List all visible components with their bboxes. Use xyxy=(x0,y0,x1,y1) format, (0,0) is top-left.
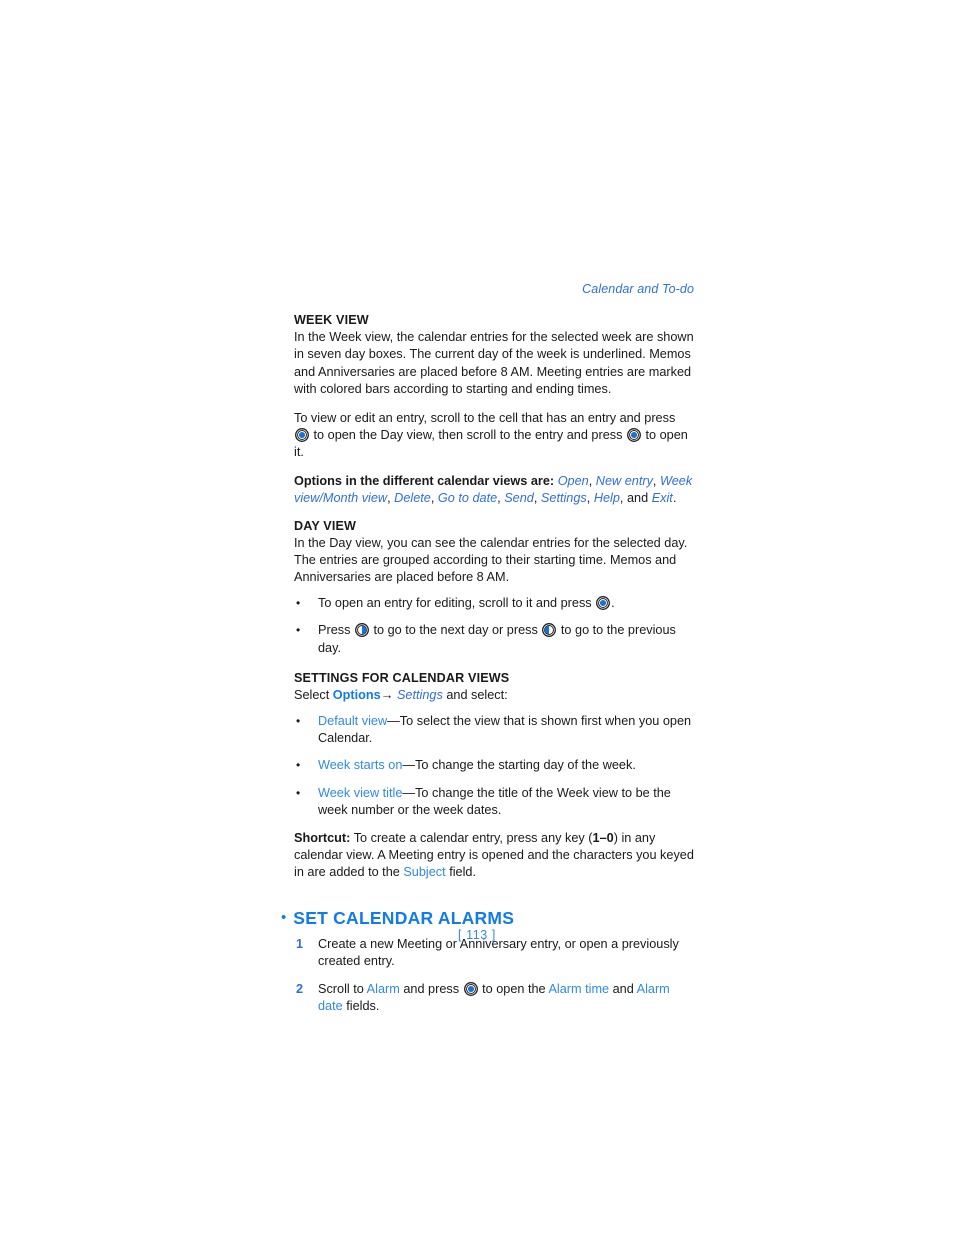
menu-settings-label: Settings xyxy=(396,688,443,703)
scroll-select-key-icon xyxy=(596,595,611,610)
step-number: 2 xyxy=(296,981,304,996)
settings-bullet-list: • Default view—To select the view that is… xyxy=(294,713,694,820)
day-view-bullet-2-text-2: to go to the next day or press xyxy=(373,623,538,638)
list-item: • Week view title—To change the title of … xyxy=(294,785,694,820)
options-period: . xyxy=(672,491,677,506)
step-2-text-5: fields. xyxy=(346,998,380,1013)
sep-1: , xyxy=(588,473,593,488)
week-view-paragraph-2: To view or edit an entry, scroll to the … xyxy=(294,410,694,462)
scroll-left-key-icon xyxy=(542,623,557,638)
setting-description-week-starts-on: —To change the starting day of the week. xyxy=(402,758,636,773)
week-view-paragraph-1: In the Week view, the calendar entries f… xyxy=(294,330,694,397)
scroll-select-key-icon xyxy=(627,428,641,442)
section-heading-set-calendar-alarms: • SET CALENDAR ALARMS xyxy=(281,908,694,929)
field-alarm-time-label: Alarm time xyxy=(548,981,610,996)
options-lead-label: Options in the different calendar views … xyxy=(294,473,555,488)
scroll-right-key-icon xyxy=(355,623,369,638)
sep-3: , xyxy=(387,491,391,506)
bullet-marker: • xyxy=(296,595,301,610)
day-view-bullet-list: • To open an entry for editing, scroll t… xyxy=(294,595,694,657)
option-open: Open xyxy=(557,473,589,488)
shortcut-label: Shortcut: xyxy=(294,830,351,845)
heading-day-view: DAY VIEW xyxy=(294,518,357,533)
shortcut-text-3: field. xyxy=(449,865,477,880)
shortcut-text-1: To create a calendar entry, press any ke… xyxy=(353,830,593,845)
field-subject-label: Subject xyxy=(403,865,446,880)
option-settings: Settings xyxy=(540,491,587,506)
day-view-paragraph-1: In the Day view, you can see the calenda… xyxy=(294,535,688,585)
list-item: • Press to go to the next day or press t… xyxy=(294,622,694,657)
section-bullet-icon: • xyxy=(281,908,287,926)
menu-arrow-icon: → xyxy=(380,688,394,703)
sep-7: , xyxy=(586,491,591,506)
page-number: [ 113 ] xyxy=(457,928,497,942)
step-2-text-2: and press xyxy=(403,981,460,996)
settings-lead-select: Select xyxy=(294,688,330,703)
heading-settings-for-calendar-views: SETTINGS FOR CALENDAR VIEWS xyxy=(294,671,510,686)
sep-2: , xyxy=(652,473,657,488)
option-delete: Delete xyxy=(394,491,431,506)
list-item: • Week starts on—To change the starting d… xyxy=(294,757,694,774)
field-alarm-label: Alarm xyxy=(366,981,400,996)
setting-term-week-view-title: Week view title xyxy=(318,785,403,800)
day-view-bullet-1-text-2: . xyxy=(611,595,615,610)
sep-6: , xyxy=(533,491,538,506)
option-new-entry: New entry xyxy=(595,473,653,488)
settings-lead-paragraph: Select Options→ Settings and select: xyxy=(294,687,694,704)
option-exit: Exit xyxy=(651,491,673,506)
shortcut-paragraph: Shortcut: To create a calendar entry, pr… xyxy=(294,830,694,882)
shortcut-key-range: 1–0 xyxy=(592,830,614,845)
options-and: and xyxy=(626,491,649,506)
option-send: Send xyxy=(504,491,534,506)
section-title: SET CALENDAR ALARMS xyxy=(293,907,515,928)
scroll-select-key-icon xyxy=(295,428,309,442)
bullet-marker: • xyxy=(296,758,301,773)
day-view-bullet-2-text-1: Press xyxy=(318,623,351,638)
list-item: • To open an entry for editing, scroll t… xyxy=(294,595,694,612)
step-2-text-3: to open the xyxy=(482,981,546,996)
bullet-marker: • xyxy=(296,785,301,800)
option-help: Help xyxy=(593,491,620,506)
calendar-view-options-paragraph: Options in the different calendar views … xyxy=(294,473,694,508)
step-2-text-1: Scroll to xyxy=(318,981,364,996)
settings-lead-tail: and select: xyxy=(446,688,508,703)
sep-5: , xyxy=(497,491,501,506)
heading-week-view: WEEK VIEW xyxy=(294,313,369,327)
list-item: 2 Scroll to Alarm and press to open the … xyxy=(294,981,694,1016)
step-2-text-4: and xyxy=(612,981,634,996)
option-month-view: Month view xyxy=(322,491,388,506)
setting-term-week-starts-on: Week starts on xyxy=(318,758,403,773)
week-view-p2-text-1: To view or edit an entry, scroll to the … xyxy=(294,410,676,425)
page-content-column: Calendar and To-do WEEK VIEW In the Week… xyxy=(281,282,694,1025)
running-head: Calendar and To-do xyxy=(582,282,694,296)
scroll-select-key-icon xyxy=(463,981,478,996)
bullet-marker: • xyxy=(296,713,301,728)
manual-page: Calendar and To-do WEEK VIEW In the Week… xyxy=(0,0,954,1235)
set-calendar-alarms-steps: 1 Create a new Meeting or Anniversary en… xyxy=(294,936,694,1016)
sep-4: , xyxy=(430,491,435,506)
bullet-marker: • xyxy=(296,623,301,638)
menu-options-label: Options xyxy=(332,688,381,703)
list-item: • Default view—To select the view that is… xyxy=(294,713,694,748)
week-view-p2-text-2: to open the Day view, then scroll to the… xyxy=(313,428,623,443)
setting-term-default-view: Default view xyxy=(318,713,388,728)
day-view-bullet-1-text-1: To open an entry for editing, scroll to … xyxy=(318,595,592,610)
option-go-to-date: Go to date xyxy=(437,491,498,506)
sep-8: , xyxy=(619,491,624,506)
